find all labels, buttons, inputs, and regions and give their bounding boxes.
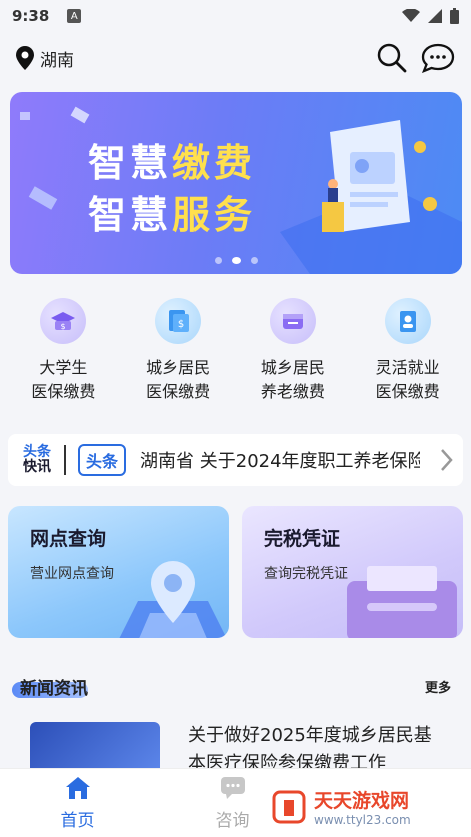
- headline-text: 湖南省 关于2024年度职工养老保险: [140, 451, 421, 472]
- headline-ticker[interactable]: 头条 快讯 头条 湖南省 关于2024年度职工养老保险: [8, 434, 463, 486]
- tab-home[interactable]: 首页: [0, 776, 155, 831]
- status-time: 9:38: [12, 7, 50, 25]
- location-pin-icon: [16, 46, 34, 70]
- search-icon[interactable]: [377, 43, 407, 73]
- svg-text:$: $: [178, 319, 184, 330]
- app-header: 湖南: [0, 36, 471, 80]
- news-list-item[interactable]: 关于做好2025年度城乡居民基本医疗保险参保缴费工作: [30, 722, 450, 774]
- news-thumbnail: [30, 722, 160, 772]
- news-section-header: 新闻资讯 更多: [10, 668, 461, 704]
- service-grid: $ 大学生 医保缴费 $ 城乡居民 医保缴费 城乡居民 养老缴费 灵活就业 医保…: [0, 298, 471, 418]
- news-item-title: 关于做好2025年度城乡居民基本医疗保险参保缴费工作: [188, 725, 432, 774]
- wifi-icon: [402, 9, 420, 22]
- promo-banner[interactable]: 智慧缴费 智慧服务: [10, 92, 462, 274]
- graduation-cap-icon: $: [40, 298, 87, 344]
- banner-line-2: 智慧服务: [88, 193, 257, 237]
- service-resident-medical[interactable]: $ 城乡居民 医保缴费: [123, 298, 233, 418]
- printer-icon: [347, 566, 457, 638]
- news-section-title: 新闻资讯: [20, 678, 88, 699]
- location-label: 湖南: [40, 50, 74, 71]
- battery-icon: [450, 8, 459, 24]
- status-bar: 9:38 A: [0, 0, 471, 32]
- banner-line-1: 智慧缴费: [88, 141, 257, 185]
- flash-news-logo: 头条 快讯: [23, 444, 51, 475]
- svg-text:$: $: [61, 322, 66, 331]
- tax-certificate-card[interactable]: 完税凭证 查询完税凭证: [242, 506, 463, 638]
- tab-label: 首页: [60, 810, 95, 831]
- site-watermark: 天天游戏网 www.ttyl23.com: [272, 786, 411, 827]
- service-flexible-employment[interactable]: 灵活就业 医保缴费: [353, 298, 463, 418]
- wallet-icon: [269, 298, 316, 344]
- status-icons: [402, 8, 459, 24]
- pager-dot: [251, 257, 258, 264]
- id-badge-icon: [384, 298, 431, 344]
- location-selector[interactable]: 湖南: [16, 46, 74, 71]
- tab-label: 咨询: [215, 810, 250, 831]
- map-pin-icon: [119, 561, 227, 638]
- more-news-link[interactable]: 更多: [425, 677, 461, 696]
- watermark-logo-icon: [272, 790, 306, 823]
- service-student-medical[interactable]: $ 大学生 医保缴费: [8, 298, 118, 418]
- pager-dot: [215, 257, 222, 264]
- document-payment-icon: $: [155, 298, 202, 344]
- chevron-right-icon[interactable]: [439, 448, 453, 472]
- card-title: 网点查询: [30, 528, 107, 550]
- card-title: 完税凭证: [264, 528, 341, 550]
- chat-bubble-icon[interactable]: [421, 43, 455, 73]
- service-resident-pension[interactable]: 城乡居民 养老缴费: [238, 298, 348, 418]
- pager-dot-active: [232, 257, 241, 264]
- outlet-query-card[interactable]: 网点查询 营业网点查询: [8, 506, 229, 638]
- home-icon: [65, 776, 90, 799]
- headline-tag: 头条: [78, 444, 127, 476]
- ticker-divider: [64, 445, 66, 475]
- banner-pagination: [215, 257, 258, 264]
- chat-icon: [220, 776, 245, 799]
- signal-icon: [428, 9, 442, 23]
- sim-icon: A: [67, 9, 82, 23]
